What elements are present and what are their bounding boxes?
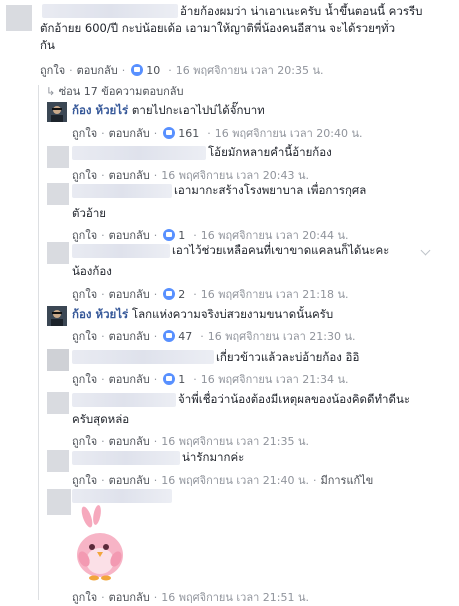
reaction-count[interactable]: 2 xyxy=(178,288,185,301)
avatar[interactable] xyxy=(47,489,71,515)
reaction-count[interactable]: 1 xyxy=(178,229,185,242)
reply-text: ตัวอ้าย xyxy=(72,206,107,220)
reply-text: โอ้ยมักหลายคำนี้อ้ายก้อง xyxy=(208,145,332,159)
avatar[interactable] xyxy=(47,242,69,264)
redacted-name xyxy=(72,244,170,258)
reaction-count[interactable]: 1 xyxy=(178,373,185,386)
like-icon xyxy=(163,288,176,300)
reaction-count[interactable]: 10 xyxy=(146,64,160,77)
commenter-name[interactable]: ก้อง ห้วยไร่ xyxy=(72,103,128,117)
edited-link[interactable]: มีการแก้ไข xyxy=(320,471,373,489)
redacted-name xyxy=(72,451,180,465)
reply-text: เอามากะสร้างโรงพยาบาล เพื่อการกุศล xyxy=(174,183,367,197)
comment-text: กัน xyxy=(40,38,55,52)
redacted-name xyxy=(72,350,214,364)
reply-button[interactable]: ตอบกลับ xyxy=(109,588,150,606)
timestamp[interactable]: 16 พฤศจิกายน เวลา 21:34 น. xyxy=(201,370,349,388)
reply-button[interactable]: ตอบกลับ xyxy=(109,471,150,489)
reply-actions: ถูกใจ · ตอบกลับ · 16 พฤศจิกายน เวลา 21:3… xyxy=(72,432,309,450)
avatar[interactable] xyxy=(47,102,67,122)
reply-button[interactable]: ตอบกลับ xyxy=(109,327,150,345)
reply-text: ก้อง ห้วยไร่ โลกแห่งความจริงบ่สวยงามขนาด… xyxy=(72,307,334,321)
like-button[interactable]: ถูกใจ xyxy=(72,327,97,345)
reply-actions: ถูกใจ · ตอบกลับ · 2 · 16 พฤศจิกายน เวลา … xyxy=(72,285,348,303)
like-button[interactable]: ถูกใจ xyxy=(72,285,97,303)
like-icon xyxy=(163,229,176,241)
comment-text: อ้ายก้องผมว่า น่าเอาเนะครับ น้ำขึ้นตอนนี… xyxy=(180,4,423,18)
like-button[interactable]: ถูกใจ xyxy=(72,226,97,244)
redacted-name xyxy=(72,489,172,503)
reply-button[interactable]: ตอบกลับ xyxy=(109,432,150,450)
like-icon xyxy=(131,64,144,76)
timestamp[interactable]: 16 พฤศจิกายน เวลา 21:35 น. xyxy=(161,432,309,450)
like-icon xyxy=(163,330,176,342)
timestamp[interactable]: 16 พฤศจิกายน เวลา 21:51 น. xyxy=(161,588,309,606)
reply-button[interactable]: ตอบกลับ xyxy=(109,370,150,388)
avatar[interactable] xyxy=(47,183,69,205)
avatar[interactable] xyxy=(47,392,69,414)
commenter-name[interactable]: ก้อง ห้วยไร่ xyxy=(72,307,128,321)
avatar[interactable] xyxy=(47,450,69,472)
timestamp[interactable]: 16 พฤศจิกายน เวลา 20:40 น. xyxy=(215,124,363,142)
like-button[interactable]: ถูกใจ xyxy=(72,166,97,184)
avatar[interactable] xyxy=(47,306,67,326)
hide-replies-link[interactable]: ↳ ซ่อน 17 ข้อความตอบกลับ xyxy=(46,82,184,100)
timestamp[interactable]: 16 พฤศจิกายน เวลา 20:35 น. xyxy=(176,61,324,79)
timestamp[interactable]: 16 พฤศจิกายน เวลา 21:18 น. xyxy=(201,285,349,303)
redacted-name xyxy=(72,393,176,407)
reply-button[interactable]: ตอบกลับ xyxy=(109,166,150,184)
reply-text: น้องก้อง xyxy=(72,264,112,278)
reply-button[interactable]: ตอบกลับ xyxy=(109,226,150,244)
like-icon xyxy=(163,373,176,385)
reply-button[interactable]: ตอบกลับ xyxy=(109,124,150,142)
reaction-count[interactable]: 161 xyxy=(178,127,199,140)
reply-button[interactable]: ตอบกลับ xyxy=(77,61,118,79)
reply-actions: ถูกใจ · ตอบกลับ · 1 · 16 พฤศจิกายน เวลา … xyxy=(72,370,348,388)
redacted-name xyxy=(72,146,206,160)
pink-bird-sticker[interactable] xyxy=(70,505,130,583)
like-button[interactable]: ถูกใจ xyxy=(72,588,97,606)
avatar[interactable] xyxy=(6,5,32,31)
redacted-name xyxy=(72,184,172,198)
reply-text: เกี่ยวข้าวแล้วละบ่อ้ายก้อง อิอิ xyxy=(216,350,360,364)
reply-text: ก้อง ห้วยไร่ ตายไปกะเอาไปบ่ได้จั๊กบาท xyxy=(72,103,265,117)
like-icon xyxy=(163,127,176,139)
comment-text: ตักอ้ายย 600/ปี กะบ่น้อยเด้อ เอามาให้ญาต… xyxy=(40,21,396,35)
thread-line xyxy=(38,85,39,600)
reaction-count[interactable]: 47 xyxy=(178,330,192,343)
reply-actions: ถูกใจ · ตอบกลับ · 16 พฤศจิกายน เวลา 21:4… xyxy=(72,471,373,489)
reply-text: เอาไว้ช่วยเหลือคนที่เขาขาดแคลนก็ได้นะคะ xyxy=(172,243,390,257)
like-button[interactable]: ถูกใจ xyxy=(72,471,97,489)
reply-text: น่ารักมากค่ะ xyxy=(182,450,245,464)
timestamp[interactable]: 16 พฤศจิกายน เวลา 21:30 น. xyxy=(208,327,356,345)
reply-text: ครับสุดหล่อ xyxy=(72,412,130,426)
like-button[interactable]: ถูกใจ xyxy=(72,124,97,142)
reply-actions: ถูกใจ · ตอบกลับ · 16 พฤศจิกายน เวลา 21:5… xyxy=(72,588,309,606)
like-button[interactable]: ถูกใจ xyxy=(72,370,97,388)
timestamp[interactable]: 16 พฤศจิกายน เวลา 21:40 น. xyxy=(161,471,309,489)
reply-actions: ถูกใจ · ตอบกลับ · 161 · 16 พฤศจิกายน เวล… xyxy=(72,124,362,142)
like-button[interactable]: ถูกใจ xyxy=(40,61,65,79)
reply-button[interactable]: ตอบกลับ xyxy=(109,285,150,303)
reply-arrow-icon: ↳ xyxy=(46,85,59,98)
redacted-name xyxy=(42,4,178,18)
chevron-down-icon[interactable] xyxy=(420,245,431,256)
avatar[interactable] xyxy=(47,146,69,168)
comment-actions: ถูกใจ · ตอบกลับ · 10 · 16 พฤศจิกายน เวลา… xyxy=(40,61,323,79)
like-button[interactable]: ถูกใจ xyxy=(72,432,97,450)
reply-actions: ถูกใจ · ตอบกลับ · 47 · 16 พฤศจิกายน เวลา… xyxy=(72,327,355,345)
reply-text: จ้าพี่เชื่อว่าน้องต้องมีเหตุผลของน้องคิด… xyxy=(178,392,410,406)
avatar[interactable] xyxy=(47,349,69,371)
